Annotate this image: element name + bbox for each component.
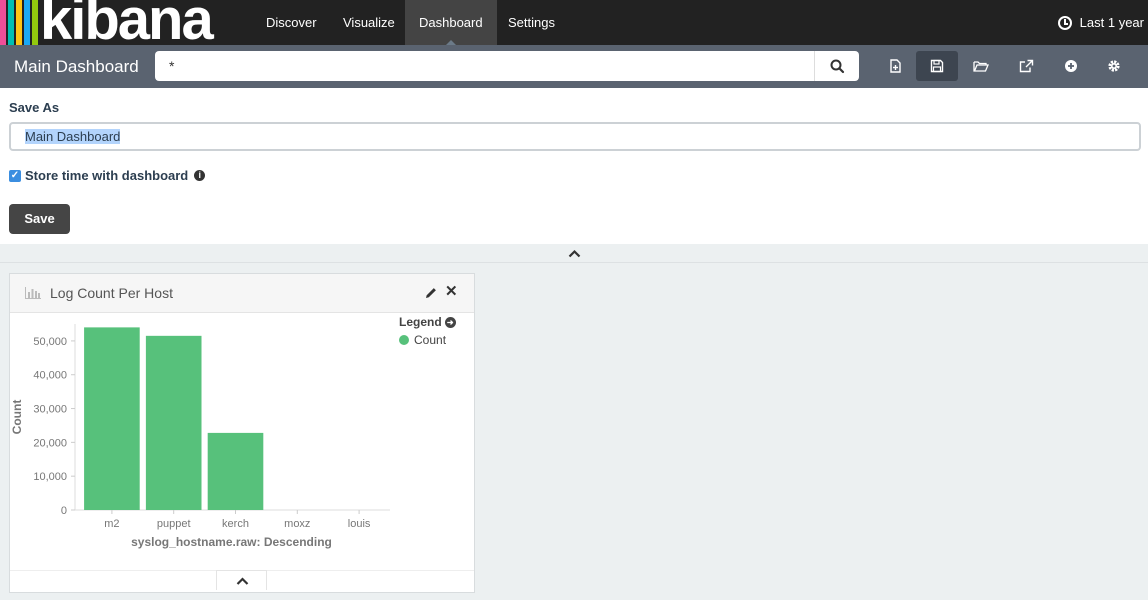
save-dashboard-button[interactable] bbox=[916, 51, 958, 81]
bar-kerch[interactable] bbox=[207, 432, 264, 510]
x-tick-label: louis bbox=[348, 518, 371, 530]
nav-visualize[interactable]: Visualize bbox=[329, 0, 409, 45]
legend-color-dot bbox=[399, 335, 409, 345]
add-panel-icon bbox=[1065, 60, 1077, 72]
store-time-option: ✓ Store time with dashboard i bbox=[9, 168, 206, 183]
bar-m2[interactable] bbox=[84, 327, 140, 510]
panel-title: Log Count Per Host bbox=[50, 285, 173, 301]
share-icon bbox=[1019, 59, 1033, 73]
y-tick-label: 50,000 bbox=[33, 336, 67, 348]
search-icon bbox=[830, 59, 845, 74]
x-tick-label: moxz bbox=[284, 518, 310, 530]
bar-puppet[interactable] bbox=[145, 335, 202, 510]
y-tick-label: 10,000 bbox=[33, 471, 67, 483]
legend-title: Legend bbox=[399, 315, 442, 329]
save-dashboard-panel: Save As Main Dashboard ✓ Store time with… bbox=[0, 88, 1148, 244]
logo-text: kibana bbox=[40, 0, 214, 45]
save-icon bbox=[930, 59, 944, 73]
dashboard-title: Main Dashboard bbox=[14, 57, 139, 76]
save-as-label: Save As bbox=[9, 100, 60, 115]
bar-chart-icon bbox=[25, 287, 41, 299]
store-time-checkbox[interactable]: ✓ bbox=[9, 169, 21, 182]
collapse-config-button[interactable] bbox=[0, 244, 1148, 263]
x-tick-label: m2 bbox=[104, 518, 119, 530]
bar-chart: 0 10,000 20,000 30,000 40,000 50,000 m2 puppet k… bbox=[10, 324, 390, 549]
legend-item-count[interactable]: Count bbox=[399, 333, 446, 347]
new-dashboard-icon bbox=[890, 59, 901, 73]
logo-bar bbox=[0, 0, 6, 45]
pencil-icon[interactable] bbox=[424, 286, 438, 300]
chevron-up-icon bbox=[236, 577, 249, 585]
chevron-up-icon bbox=[568, 249, 581, 258]
store-time-label[interactable]: Store time with dashboard bbox=[25, 168, 188, 183]
y-axis-title: Count bbox=[10, 400, 24, 435]
options-button[interactable] bbox=[1093, 51, 1135, 81]
dashboard-toolbar: Main Dashboard bbox=[0, 45, 1148, 88]
dashboard-name-value: Main Dashboard bbox=[25, 129, 121, 144]
nav-discover[interactable]: Discover bbox=[252, 0, 331, 45]
logo-bar bbox=[32, 0, 38, 45]
y-tick-label: 40,000 bbox=[33, 370, 67, 382]
x-tick-label: puppet bbox=[157, 518, 191, 530]
clock-icon bbox=[1057, 15, 1072, 30]
y-tick-label: 20,000 bbox=[33, 437, 67, 449]
open-folder-icon bbox=[973, 61, 989, 72]
time-range-label: Last 1 year bbox=[1079, 15, 1144, 30]
x-axis-title: syslog_hostname.raw: Descending bbox=[131, 535, 332, 549]
save-button[interactable]: Save bbox=[9, 204, 70, 234]
info-icon[interactable]: i bbox=[194, 170, 206, 181]
nav-dashboard[interactable]: Dashboard bbox=[405, 0, 497, 45]
search-input[interactable] bbox=[155, 51, 814, 81]
open-dashboard-button[interactable] bbox=[960, 51, 1002, 81]
top-nav: kibana Discover Visualize Dashboard Sett… bbox=[0, 0, 1148, 45]
arrow-right-icon: ➜ bbox=[444, 316, 456, 328]
close-icon[interactable]: ✕ bbox=[445, 284, 458, 300]
search-button[interactable] bbox=[814, 51, 859, 81]
kibana-logo[interactable]: kibana bbox=[0, 0, 251, 45]
gear-icon bbox=[1108, 60, 1120, 72]
dashboard-name-field[interactable]: Main Dashboard bbox=[9, 122, 1141, 151]
add-panel-button[interactable] bbox=[1050, 51, 1092, 81]
legend-toggle[interactable]: Legend ➜ bbox=[399, 315, 456, 329]
visualization-panel: Log Count Per Host ✕ 0 10,000 20,000 30,000… bbox=[9, 273, 475, 593]
logo-bar bbox=[16, 0, 22, 45]
share-button[interactable] bbox=[1005, 51, 1047, 81]
collapse-spy-button[interactable] bbox=[216, 570, 267, 590]
y-tick-label: 30,000 bbox=[33, 404, 67, 416]
logo-bar bbox=[24, 0, 30, 45]
time-picker[interactable]: Last 1 year bbox=[1057, 0, 1144, 45]
x-tick-label: kerch bbox=[222, 518, 249, 530]
legend-item-label: Count bbox=[414, 333, 447, 347]
panel-header: Log Count Per Host ✕ bbox=[10, 274, 474, 313]
logo-bar bbox=[8, 0, 14, 45]
y-tick-label: 0 bbox=[61, 505, 67, 517]
nav-settings[interactable]: Settings bbox=[494, 0, 569, 45]
new-dashboard-button[interactable] bbox=[874, 51, 916, 81]
